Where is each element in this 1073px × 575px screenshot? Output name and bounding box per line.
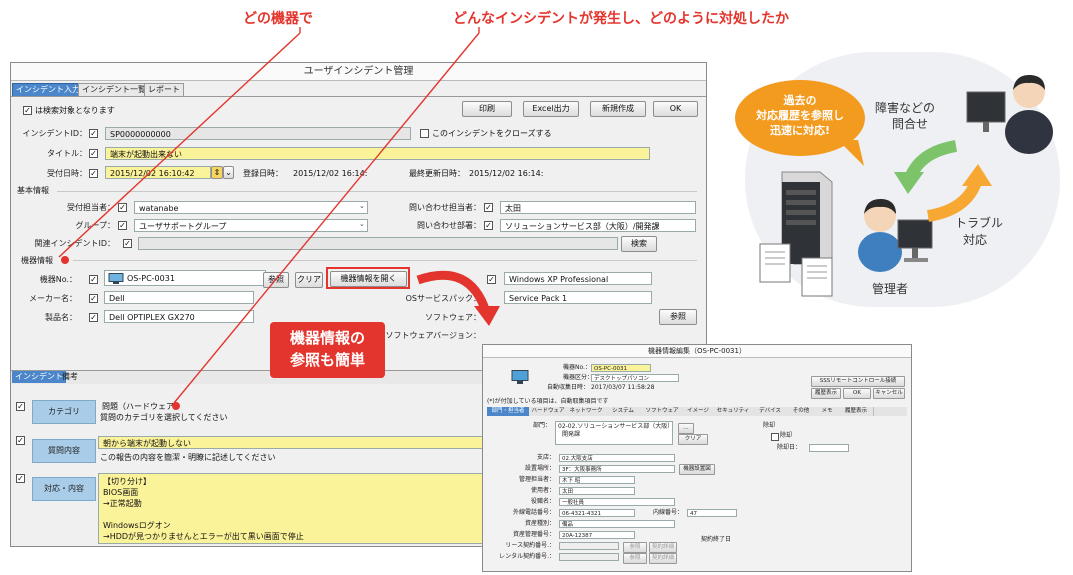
dw-tab-hardware[interactable]: ハードウェア <box>529 407 568 416</box>
dw-rental-field[interactable] <box>559 553 619 561</box>
dw-rental-contract-button[interactable]: 契約詳細 <box>649 553 677 564</box>
dw-user-type-select[interactable]: 一般社員 <box>559 498 675 506</box>
dw-ok-button[interactable]: OK <box>843 388 871 399</box>
dw-cancel-button[interactable]: キャンセル <box>873 388 905 399</box>
dw-branch-select[interactable]: 02.大阪支店 <box>559 454 675 462</box>
dw-dept-clear-button[interactable]: クリア <box>678 434 708 445</box>
dw-history-button[interactable]: 履歴表示 <box>811 388 841 399</box>
dw-tab-history[interactable]: 履歴表示 <box>839 407 874 416</box>
dw-device-no-field[interactable]: OS-PC-0031 <box>591 364 651 372</box>
dw-disposal-date-label: 除却日： <box>777 444 802 451</box>
bubble-line-2: 対応履歴を参照し <box>756 109 844 122</box>
dw-disposal-label: 除却 <box>780 432 793 439</box>
dw-tab-device[interactable]: デバイス <box>753 407 788 416</box>
dw-lease-field[interactable] <box>559 542 619 550</box>
dw-manager-field[interactable]: 木下 昭 <box>559 476 635 484</box>
dw-tab-security[interactable]: セキュリティ <box>713 407 754 416</box>
dw-created-value: 2017/03/07 11:58:28 <box>591 384 655 391</box>
dw-rental-label: レンタル契約番号.： <box>499 553 555 560</box>
dw-note: (*)が付加している項目は、自動取集項目です <box>487 398 609 405</box>
dw-lease-label: リース契約番号.： <box>505 542 555 549</box>
dw-location-select[interactable]: 3F：大阪事務所 <box>559 465 675 473</box>
leader-device <box>58 32 301 258</box>
dw-tab-memo[interactable]: メモ <box>815 407 840 416</box>
dw-tab-software[interactable]: ソフトウェア <box>641 407 684 416</box>
dw-tab-other[interactable]: その他 <box>787 407 816 416</box>
dw-location-label: 設置場所： <box>524 465 555 472</box>
trouble-line-1: トラブル <box>955 216 1004 230</box>
bubble-line-3: 迅速に対応! <box>769 124 831 137</box>
dw-user-field[interactable]: 太田 <box>559 487 635 495</box>
dw-asset-no-label: 資産管理番号： <box>512 531 555 538</box>
inquiry-line-1: 障害などの <box>875 101 936 115</box>
documents-icon <box>759 243 833 297</box>
device-monitor-icon <box>511 370 529 384</box>
dw-dept-sub: 開発課 <box>562 431 581 438</box>
admin-label: 管理者 <box>872 282 909 296</box>
dw-user-type-label: 役職名： <box>530 498 555 505</box>
dw-location-image-button[interactable]: 機器設置図 <box>679 464 715 475</box>
balloon-line-2: 参照も簡単 <box>289 351 365 369</box>
balloon-easy-ref: 機器情報の 参照も簡単 <box>270 322 385 378</box>
dw-dept-browse-button[interactable]: … <box>678 423 694 434</box>
dw-disposal-section: 除却 <box>763 422 776 429</box>
dw-user-label: 使用者： <box>530 487 555 494</box>
dw-tab-network[interactable]: ネットワーク <box>567 407 606 416</box>
dw-asset-type-label: 資産種別： <box>524 520 555 527</box>
dw-asset-no-field[interactable]: 20A-12387 <box>559 531 635 539</box>
dw-tab-system[interactable]: システム <box>605 407 642 416</box>
dw-asset-type-select[interactable]: 備品 <box>559 520 675 528</box>
balloon-line-1: 機器情報の <box>289 329 365 347</box>
dw-int-phone-field[interactable]: 47 <box>687 509 737 517</box>
device-info-window: 機器情報編集（OS-PC-0031） 機器No.： OS-PC-0031 機器区… <box>482 344 912 572</box>
dw-manager-label: 管理担当者： <box>518 476 555 483</box>
dw-ext-phone-label: 外線電話番号： <box>512 509 555 516</box>
dw-contract-end-label: 契約終了日 <box>701 536 732 543</box>
dw-device-no-label: 機器No.： <box>563 364 591 371</box>
dw-tab-image[interactable]: イメージ <box>683 407 714 416</box>
dw-lease-ref-button[interactable]: 参照 <box>623 542 647 553</box>
dw-tab-dept[interactable]: 部門・担当者 <box>487 407 529 416</box>
bubble-line-1: 過去の <box>783 94 817 107</box>
dw-disposal-date-field[interactable] <box>809 444 849 452</box>
inquiry-line-2: 問合せ <box>892 117 929 131</box>
dw-branch-label: 支店： <box>536 454 555 461</box>
dw-dept-tree[interactable]: 02-02.ソリューションサービス部（大阪） 開発課 <box>555 421 673 445</box>
bubble-tail <box>838 140 864 166</box>
dw-remote-button[interactable]: SSSリモートコントロール接続 <box>811 376 905 387</box>
dw-rental-ref-button[interactable]: 参照 <box>623 553 647 564</box>
dw-created-label: 自動収集日時： <box>547 384 590 391</box>
dw-int-phone-label: 内線番号： <box>652 509 683 516</box>
arrow-head <box>474 306 500 326</box>
dw-disposal-checkbox[interactable] <box>771 433 779 441</box>
dw-category-label: 機器区分： <box>563 374 594 381</box>
trouble-line-2: 対応 <box>963 233 988 247</box>
dw-dept-label: 部門： <box>532 422 551 429</box>
dw-ext-phone-field[interactable]: 06-4321-4321 <box>559 509 635 517</box>
device-window-title: 機器情報編集（OS-PC-0031） <box>483 345 911 358</box>
dw-category-select[interactable]: デスクトップパソコン <box>591 374 679 382</box>
dw-lease-contract-button[interactable]: 契約詳細 <box>649 542 677 553</box>
